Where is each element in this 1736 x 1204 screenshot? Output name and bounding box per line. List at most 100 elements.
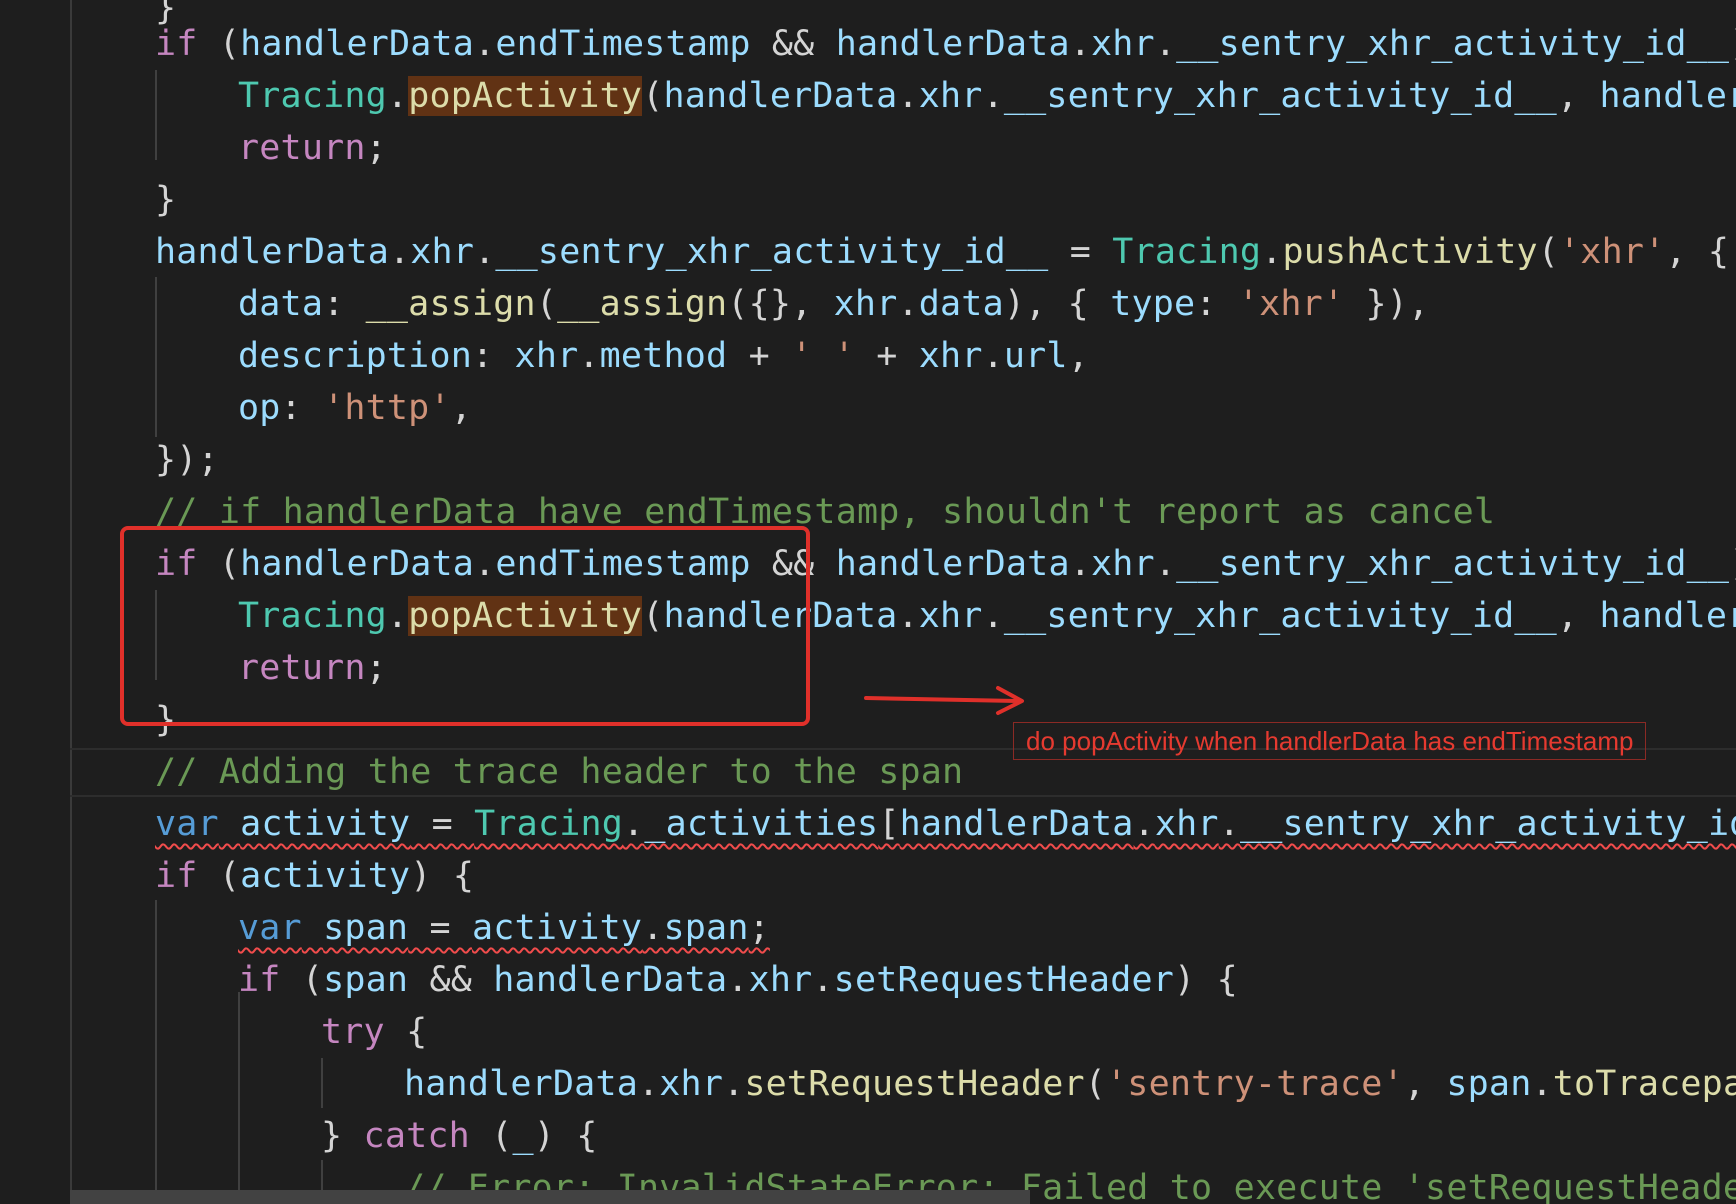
- code-token: xhr: [1091, 24, 1155, 64]
- code-token: .: [474, 24, 496, 64]
- code-token: ;: [365, 128, 387, 168]
- code-line[interactable]: handlerData.xhr.__sentry_xhr_activity_id…: [155, 226, 1729, 278]
- code-line[interactable]: try {: [321, 1006, 427, 1058]
- code-token: toTracepar: [1552, 1064, 1736, 1104]
- code-line[interactable]: var activity = Tracing._activities[handl…: [155, 798, 1736, 850]
- code-line[interactable]: data: __assign(__assign({}, xhr.data), {…: [238, 278, 1429, 330]
- code-token: .: [897, 596, 919, 636]
- code-token: .: [1069, 24, 1092, 64]
- code-token: .: [1154, 24, 1177, 64]
- code-line[interactable]: if (activity) {: [155, 850, 474, 902]
- code-token: ,: [450, 388, 473, 428]
- code-token: .: [638, 1064, 660, 1104]
- code-line[interactable]: } catch (_) {: [321, 1110, 598, 1162]
- code-token: Tracing: [238, 76, 387, 116]
- code-line[interactable]: op: 'http',: [238, 382, 472, 434]
- code-token: .: [386, 76, 409, 116]
- code-token: setRequestHeader: [833, 960, 1175, 1000]
- code-token: __sentry_xhr_activity_id__: [495, 232, 1049, 272]
- code-token: =: [1048, 232, 1113, 272]
- code-token: op: [238, 388, 281, 428]
- code-line[interactable]: Tracing.popActivity(handlerData.xhr.__se…: [238, 70, 1736, 122]
- code-token: var: [155, 804, 219, 844]
- code-token: if: [155, 24, 198, 64]
- code-token: .: [1069, 544, 1092, 584]
- code-token: method: [599, 336, 728, 376]
- code-token: .: [1261, 232, 1283, 272]
- code-line[interactable]: // Adding the trace header to the span: [155, 746, 963, 798]
- code-token: return: [238, 128, 366, 168]
- code-token: .: [1154, 544, 1177, 584]
- code-token: (: [535, 284, 558, 324]
- code-token: endTimestamp: [495, 24, 751, 64]
- code-token: __sentry_xhr_activity_id__: [1176, 544, 1730, 584]
- code-token: xhr: [410, 232, 475, 272]
- indent-guide: [155, 70, 157, 160]
- code-token: .: [642, 908, 664, 948]
- code-token: .: [812, 960, 834, 1000]
- code-token: (: [1084, 1064, 1107, 1104]
- code-token: ,: [1403, 1064, 1447, 1104]
- code-token: (: [197, 856, 241, 896]
- code-line[interactable]: if (span && handlerData.xhr.setRequestHe…: [238, 954, 1238, 1006]
- code-token: , {: [1665, 232, 1730, 272]
- code-token: description: [238, 336, 472, 376]
- code-token: .: [727, 960, 749, 1000]
- code-token: .: [623, 804, 645, 844]
- code-token: __sentry_xhr_activity_id_: [1239, 804, 1736, 844]
- code-token: Tracing: [474, 804, 624, 844]
- code-token: __sentry_xhr_activity_id__: [1176, 24, 1730, 64]
- code-token: xhr: [514, 336, 579, 376]
- code-token: }: [155, 180, 177, 220]
- code-token: 'sentry-trace': [1106, 1064, 1404, 1104]
- code-token: (: [197, 24, 241, 64]
- code-line[interactable]: return;: [238, 122, 387, 174]
- code-token: 'http': [323, 388, 451, 428]
- code-token: _: [512, 1116, 534, 1156]
- code-token: activity: [240, 856, 411, 896]
- indent-guide: [155, 277, 157, 437]
- code-token: handlerData: [493, 960, 728, 1000]
- code-line[interactable]: });: [155, 434, 219, 486]
- code-token: (: [280, 960, 324, 1000]
- code-token: +: [727, 336, 792, 376]
- code-token: ) {: [410, 856, 475, 896]
- code-token: ;: [748, 908, 770, 948]
- code-token: :: [1195, 284, 1238, 324]
- code-token: span: [323, 960, 409, 1000]
- code-token: :: [472, 336, 515, 376]
- code-token: activity: [240, 804, 411, 844]
- code-token: [: [878, 804, 900, 844]
- code-line[interactable]: description: xhr.method + ' ' + xhr.url,: [238, 330, 1089, 382]
- code-line[interactable]: handlerData.xhr.setRequestHeader('sentry…: [404, 1058, 1736, 1110]
- code-token: ) {: [533, 1116, 598, 1156]
- indent-guide: [321, 1058, 323, 1108]
- code-token: =: [410, 804, 475, 844]
- code-token: popActivity: [408, 76, 643, 116]
- code-token: handlerData: [155, 232, 389, 272]
- code-token: .: [1218, 804, 1240, 844]
- code-token: (: [642, 76, 664, 116]
- code-token: __sentry_xhr_activity_id__: [1003, 596, 1557, 636]
- code-token: &&: [750, 24, 836, 64]
- code-token: xhr: [659, 1064, 724, 1104]
- code-token: Tracing: [1112, 232, 1262, 272]
- code-token: +: [854, 336, 919, 376]
- code-token: ,: [1556, 76, 1600, 116]
- code-token: 'xhr': [1559, 232, 1666, 272]
- code-line[interactable]: if (handlerData.endTimestamp && handlerD…: [155, 18, 1736, 70]
- horizontal-scrollbar[interactable]: [70, 1190, 1030, 1204]
- code-token: .: [389, 232, 411, 272]
- annotation-highlight-box: [120, 526, 810, 726]
- code-token: data: [918, 284, 1004, 324]
- code-token: setRequestHeader: [744, 1064, 1085, 1104]
- code-token: xhr: [918, 596, 983, 636]
- code-line[interactable]: var span = activity.span;: [238, 902, 770, 954]
- code-token: .: [1133, 804, 1155, 844]
- code-line[interactable]: }: [155, 174, 176, 226]
- code-token: ,: [1067, 336, 1089, 376]
- code-token: ,: [1556, 596, 1600, 636]
- code-token: type: [1110, 284, 1196, 324]
